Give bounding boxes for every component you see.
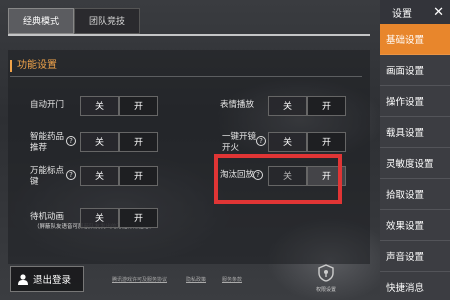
user-icon	[18, 274, 28, 285]
highlight-box	[214, 154, 342, 204]
tab-team[interactable]: 团队竞技	[74, 8, 141, 34]
one-key-scope-toggle: 关 开	[268, 132, 346, 152]
idle-anim-off[interactable]: 关	[80, 208, 119, 228]
sidebar-header: 设置 ✕	[380, 0, 450, 24]
shield-icon	[318, 264, 334, 282]
permission-button[interactable]: 权限设置	[308, 264, 344, 298]
smart-drug-label: 智能药品 推荐	[30, 132, 64, 154]
bottom-bar: 退出登录 腾讯游戏许可及服务协议 隐私政策 服务条款 权限设置	[8, 264, 370, 300]
auto-door-off[interactable]: 关	[80, 96, 119, 116]
section-title: 功能设置	[10, 60, 57, 72]
privacy-link[interactable]: 隐私政策	[186, 276, 206, 283]
sidebar-item-pickup[interactable]: 拾取设置	[380, 179, 450, 210]
emote-play-label: 表情播放	[220, 100, 255, 110]
one-key-scope-off[interactable]: 关	[268, 132, 307, 152]
logout-label: 退出登录	[33, 275, 72, 286]
emote-play-off[interactable]: 关	[268, 96, 307, 116]
close-icon[interactable]: ✕	[433, 5, 444, 20]
sidebar-item-sound[interactable]: 声音设置	[380, 241, 450, 272]
universal-mark-label-line2: 键	[30, 177, 39, 187]
section-divider	[10, 76, 362, 77]
help-icon[interactable]: ?	[256, 136, 266, 146]
mode-tabs: 经典模式 团队竞技	[8, 8, 141, 34]
permission-label: 权限设置	[315, 287, 336, 293]
sidebar-item-controls[interactable]: 操作设置	[380, 86, 450, 117]
smart-drug-label-line2: 推荐	[30, 143, 48, 153]
one-key-scope-label-line2: 开火	[222, 143, 240, 153]
sidebar-item-basic[interactable]: 基础设置	[380, 24, 450, 55]
universal-mark-toggle: 关 开	[80, 166, 158, 186]
sidebar-item-quick-msg[interactable]: 快捷消息	[380, 272, 450, 300]
tab-underline	[8, 34, 370, 36]
universal-mark-label-line1: 万能标点	[30, 166, 65, 176]
idle-anim-toggle: 关 开	[80, 208, 158, 228]
one-key-scope-label-line1: 一键开镜	[222, 132, 257, 142]
sidebar-title: 设置	[392, 8, 412, 20]
universal-mark-label: 万能标点 键	[30, 166, 64, 188]
logout-button[interactable]: 退出登录	[10, 266, 84, 292]
auto-door-label: 自动开门	[30, 100, 65, 110]
emote-play-on[interactable]: 开	[307, 96, 346, 116]
terms-link[interactable]: 服务条款	[222, 276, 242, 283]
smart-drug-label-line1: 智能药品	[30, 132, 65, 142]
smart-drug-toggle: 关 开	[80, 132, 158, 152]
smart-drug-off[interactable]: 关	[80, 132, 119, 152]
idle-anim-label: 待机动画	[30, 212, 65, 222]
settings-sidebar: 设置 ✕ 基础设置 画面设置 操作设置 载具设置 灵敏度设置 拾取设置 效果设置…	[380, 0, 450, 300]
license-link[interactable]: 腾讯游戏许可及服务协议	[112, 276, 167, 283]
smart-drug-on[interactable]: 开	[119, 132, 158, 152]
one-key-scope-label: 一键开镜 开火	[222, 132, 256, 154]
one-key-scope-on[interactable]: 开	[307, 132, 346, 152]
sidebar-item-sensitivity[interactable]: 灵敏度设置	[380, 148, 450, 179]
universal-mark-on[interactable]: 开	[119, 166, 158, 186]
sidebar-item-effects[interactable]: 效果设置	[380, 210, 450, 241]
emote-play-toggle: 关 开	[268, 96, 346, 116]
help-icon[interactable]: ?	[66, 170, 76, 180]
sidebar-item-graphics[interactable]: 画面设置	[380, 55, 450, 86]
universal-mark-off[interactable]: 关	[80, 166, 119, 186]
help-icon[interactable]: ?	[66, 136, 76, 146]
auto-door-on[interactable]: 开	[119, 96, 158, 116]
idle-anim-on[interactable]: 开	[119, 208, 158, 228]
tab-classic[interactable]: 经典模式	[8, 8, 75, 34]
auto-door-toggle: 关 开	[80, 96, 158, 116]
sidebar-item-vehicle[interactable]: 载具设置	[380, 117, 450, 148]
